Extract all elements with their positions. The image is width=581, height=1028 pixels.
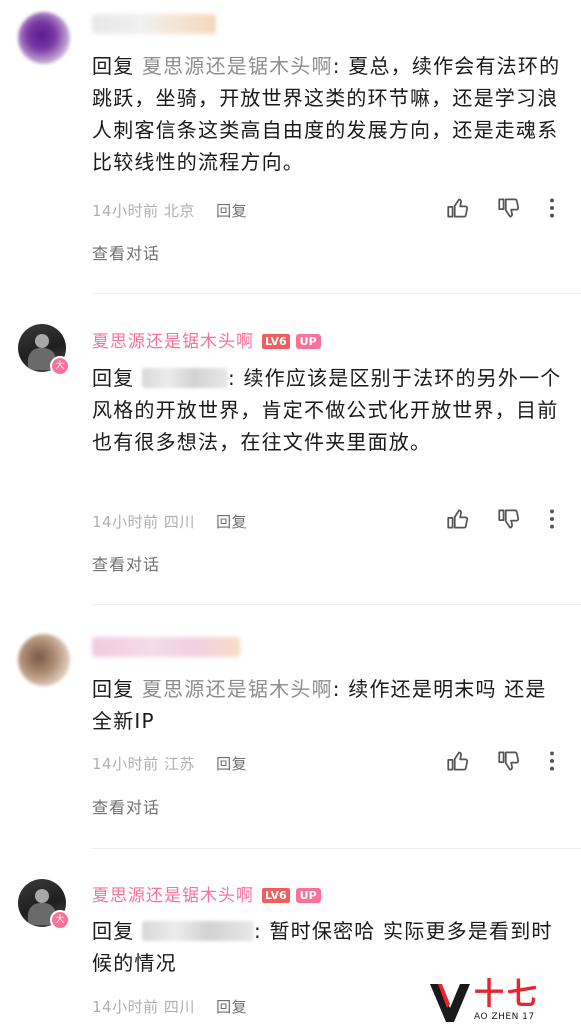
username-blurred[interactable]	[92, 637, 240, 657]
comment-meta: 14小时前 江苏 回复	[92, 753, 247, 774]
reply-prefix: 回复	[92, 366, 135, 390]
more-vertical-icon[interactable]	[539, 748, 565, 774]
thumbs-up-icon[interactable]	[445, 506, 471, 532]
avatar[interactable]	[18, 12, 70, 64]
more-vertical-icon[interactable]	[539, 195, 565, 221]
reply-button[interactable]: 回复	[216, 755, 247, 773]
view-conversation-link[interactable]: 查看对话	[92, 794, 160, 818]
divider	[92, 604, 581, 605]
watermark-subtext: AO ZHEN 17	[474, 1012, 535, 1022]
watermark-logo: 十七 AO ZHEN 17	[428, 978, 568, 1026]
divider	[92, 293, 581, 294]
reply-button[interactable]: 回复	[216, 202, 247, 220]
reply-target-blurred[interactable]	[141, 921, 254, 941]
comment-text: 回复 夏思源还是锯木头啊: 夏总，续作会有法环的跳跃，坐骑，开放世界这类的环节嘛…	[92, 50, 562, 178]
thumbs-down-icon[interactable]	[496, 506, 522, 532]
reply-target-link[interactable]: 夏思源还是锯木头啊	[142, 677, 333, 701]
comment-meta: 14小时前 北京 回复	[92, 200, 247, 221]
level-badge: LV6	[262, 334, 290, 349]
username-text: 夏思源还是锯木头啊	[92, 332, 254, 352]
timestamp-location: 14小时前 四川	[92, 513, 195, 531]
up-badge: UP	[295, 334, 321, 349]
view-conversation-link[interactable]: 查看对话	[92, 551, 160, 575]
avatar-badge: 大	[50, 910, 70, 930]
comment-meta: 14小时前 四川 回复	[92, 511, 247, 532]
username[interactable]: 夏思源还是锯木头啊 LV6 UP	[92, 881, 321, 906]
username[interactable]: 夏思源还是锯木头啊 LV6 UP	[92, 327, 321, 352]
comment-text: 回复 : 暂时保密哈 实际更多是看到时候的情况	[92, 915, 562, 979]
thumbs-down-icon[interactable]	[496, 195, 522, 221]
comment-text: 回复 : 续作应该是区别于法环的另外一个风格的开放世界，肯定不做公式化开放世界，…	[92, 362, 562, 458]
reply-prefix: 回复	[92, 677, 135, 701]
watermark-v-mark	[430, 984, 470, 1022]
username-text: 夏思源还是锯木头啊	[92, 886, 254, 906]
comment-text: 回复 夏思源还是锯木头啊: 续作还是明末吗 还是全新IP	[92, 673, 562, 737]
timestamp-location: 14小时前 北京	[92, 202, 195, 220]
reply-prefix: 回复	[92, 54, 135, 78]
reply-button[interactable]: 回复	[216, 998, 247, 1016]
avatar[interactable]	[18, 634, 70, 686]
more-vertical-icon[interactable]	[539, 506, 565, 532]
thumbs-up-icon[interactable]	[445, 748, 471, 774]
timestamp-location: 14小时前 江苏	[92, 755, 195, 773]
reply-prefix: 回复	[92, 919, 135, 943]
level-badge: LV6	[262, 888, 290, 903]
reply-target-blurred[interactable]	[141, 368, 228, 388]
reply-button[interactable]: 回复	[216, 513, 247, 531]
reply-target-link[interactable]: 夏思源还是锯木头啊	[142, 54, 333, 78]
avatar-badge: 大	[50, 356, 70, 376]
thumbs-up-icon[interactable]	[445, 195, 471, 221]
username-blurred[interactable]	[92, 14, 216, 34]
divider	[92, 848, 581, 849]
comment-meta: 14小时前 四川 回复	[92, 996, 247, 1017]
timestamp-location: 14小时前 四川	[92, 998, 195, 1016]
thumbs-down-icon[interactable]	[496, 748, 522, 774]
up-badge: UP	[295, 888, 321, 903]
watermark-text: 十七	[474, 977, 540, 1012]
view-conversation-link[interactable]: 查看对话	[92, 240, 160, 264]
